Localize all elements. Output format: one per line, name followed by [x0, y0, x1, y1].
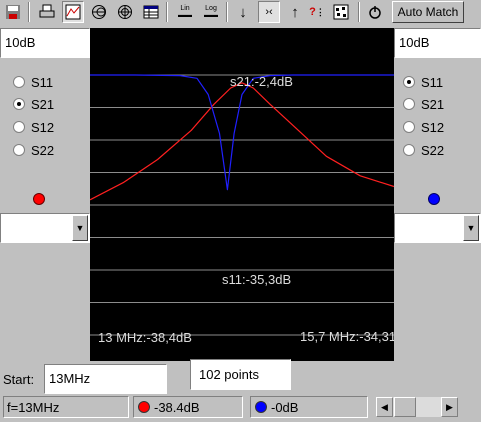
right-radio-label: S22 — [421, 142, 445, 158]
toolbar: Lin ▬▬ Log ▬▬ ↓ ›‹ ↑ ? ⋮ Auto Match — [0, 0, 481, 24]
status-frequency: f=13MHz — [3, 396, 129, 418]
red-trace-dot-icon — [138, 401, 150, 413]
left-radio-label: S21 — [31, 96, 55, 112]
auto-match-button[interactable]: Auto Match — [392, 1, 464, 23]
radio-checked-icon — [403, 76, 415, 88]
right-combo-arrow-icon[interactable]: ▼ — [463, 215, 479, 241]
status-blue-value: -0dB — [271, 399, 299, 415]
left-level-field[interactable]: 10dB — [0, 28, 90, 58]
status-red-trace: -38.4dB — [133, 396, 243, 418]
left-radio-s11[interactable]: S11 — [13, 73, 53, 91]
radio-icon — [13, 144, 25, 156]
right-trace-color-dot — [428, 193, 440, 205]
radio-icon — [403, 144, 415, 156]
status-frequency-text: f=13MHz — [7, 399, 60, 415]
plot-grid — [90, 74, 394, 336]
left-trace-combo[interactable]: ▼ — [0, 213, 90, 243]
left-combo-arrow-icon[interactable]: ▼ — [72, 215, 88, 241]
s21-trace-line — [89, 82, 395, 201]
right-level-field[interactable]: 10dB — [394, 28, 481, 58]
plot-canvas: s21:-2,4dB s11:-35,3dB 13 MHz:-38,4dB 15… — [89, 74, 412, 345]
right-radio-s21[interactable]: S21 — [403, 95, 444, 113]
zoom-down-button[interactable]: ↓ — [232, 1, 254, 23]
s11-marker-label: s11:-35,3dB — [222, 272, 291, 287]
help-button[interactable]: ? ⋮ — [306, 1, 328, 23]
polar-chart-icon[interactable] — [114, 1, 136, 23]
radio-icon — [13, 76, 25, 88]
save-icon[interactable] — [2, 1, 24, 23]
start-label: Start: — [3, 372, 35, 387]
radio-icon — [13, 121, 25, 133]
table-icon[interactable] — [140, 1, 162, 23]
right-radio-s12[interactable]: S12 — [403, 118, 444, 136]
status-blue-trace: -0dB — [250, 396, 368, 418]
arrow-up-icon: ↑ — [291, 3, 299, 21]
left-radio-s22[interactable]: S22 — [13, 141, 54, 159]
arrow-down-icon: ↓ — [239, 3, 247, 21]
horizontal-scrollbar[interactable]: ◀ ▶ — [376, 397, 458, 417]
right-radio-s11[interactable]: S11 — [403, 73, 443, 91]
print-icon[interactable] — [36, 1, 58, 23]
radio-icon — [403, 121, 415, 133]
right-radio-label: S11 — [421, 74, 444, 90]
zoom-in-button[interactable]: ›‹ — [258, 1, 280, 23]
scroll-right-icon[interactable]: ▶ — [441, 397, 458, 417]
radio-checked-icon — [13, 98, 25, 110]
s21-marker-label: s21:-2,4dB — [230, 74, 293, 89]
arrows-in-icon: ›‹ — [265, 5, 273, 18]
left-trace-color-dot — [33, 193, 45, 205]
start-freq-readout: 13 MHz:-38,4dB — [98, 330, 192, 345]
scroll-thumb[interactable] — [394, 397, 416, 417]
left-radio-s12[interactable]: S12 — [13, 118, 54, 136]
plot-area[interactable]: s21:-2,4dB s11:-35,3dB 13 MHz:-38,4dB 15… — [89, 28, 412, 361]
left-radio-s21[interactable]: S21 — [13, 95, 54, 113]
left-radio-label: S22 — [31, 142, 55, 158]
right-radio-label: S21 — [421, 96, 445, 112]
rect-plot-icon[interactable] — [62, 1, 84, 23]
left-radio-label: S12 — [31, 119, 55, 135]
blue-trace-dot-icon — [255, 401, 267, 413]
scroll-left-icon[interactable]: ◀ — [376, 397, 393, 417]
plot-traces — [89, 74, 395, 201]
right-radio-label: S12 — [421, 119, 445, 135]
left-radio-label: S11 — [31, 74, 54, 90]
start-freq-input[interactable]: 13MHz — [44, 364, 167, 394]
lin-label: Lin — [180, 5, 190, 12]
help-icon: ? — [309, 5, 316, 18]
power-icon[interactable] — [364, 1, 386, 23]
stop-freq-readout: 15,7 MHz:-34,31dB — [300, 329, 394, 344]
radio-icon — [403, 98, 415, 110]
smith-chart-icon[interactable] — [88, 1, 110, 23]
log-scale-button[interactable]: Log ▬▬ — [200, 1, 222, 23]
calibration-icon[interactable] — [330, 1, 352, 23]
log-label: Log — [205, 5, 217, 12]
right-radio-s22[interactable]: S22 — [403, 141, 444, 159]
zoom-up-button[interactable]: ↑ — [284, 1, 306, 23]
right-trace-combo[interactable]: ▼ — [394, 213, 481, 243]
points-field[interactable]: 102 points — [190, 359, 291, 390]
status-red-value: -38.4dB — [154, 399, 200, 415]
lin-scale-button[interactable]: Lin ▬▬ — [174, 1, 196, 23]
